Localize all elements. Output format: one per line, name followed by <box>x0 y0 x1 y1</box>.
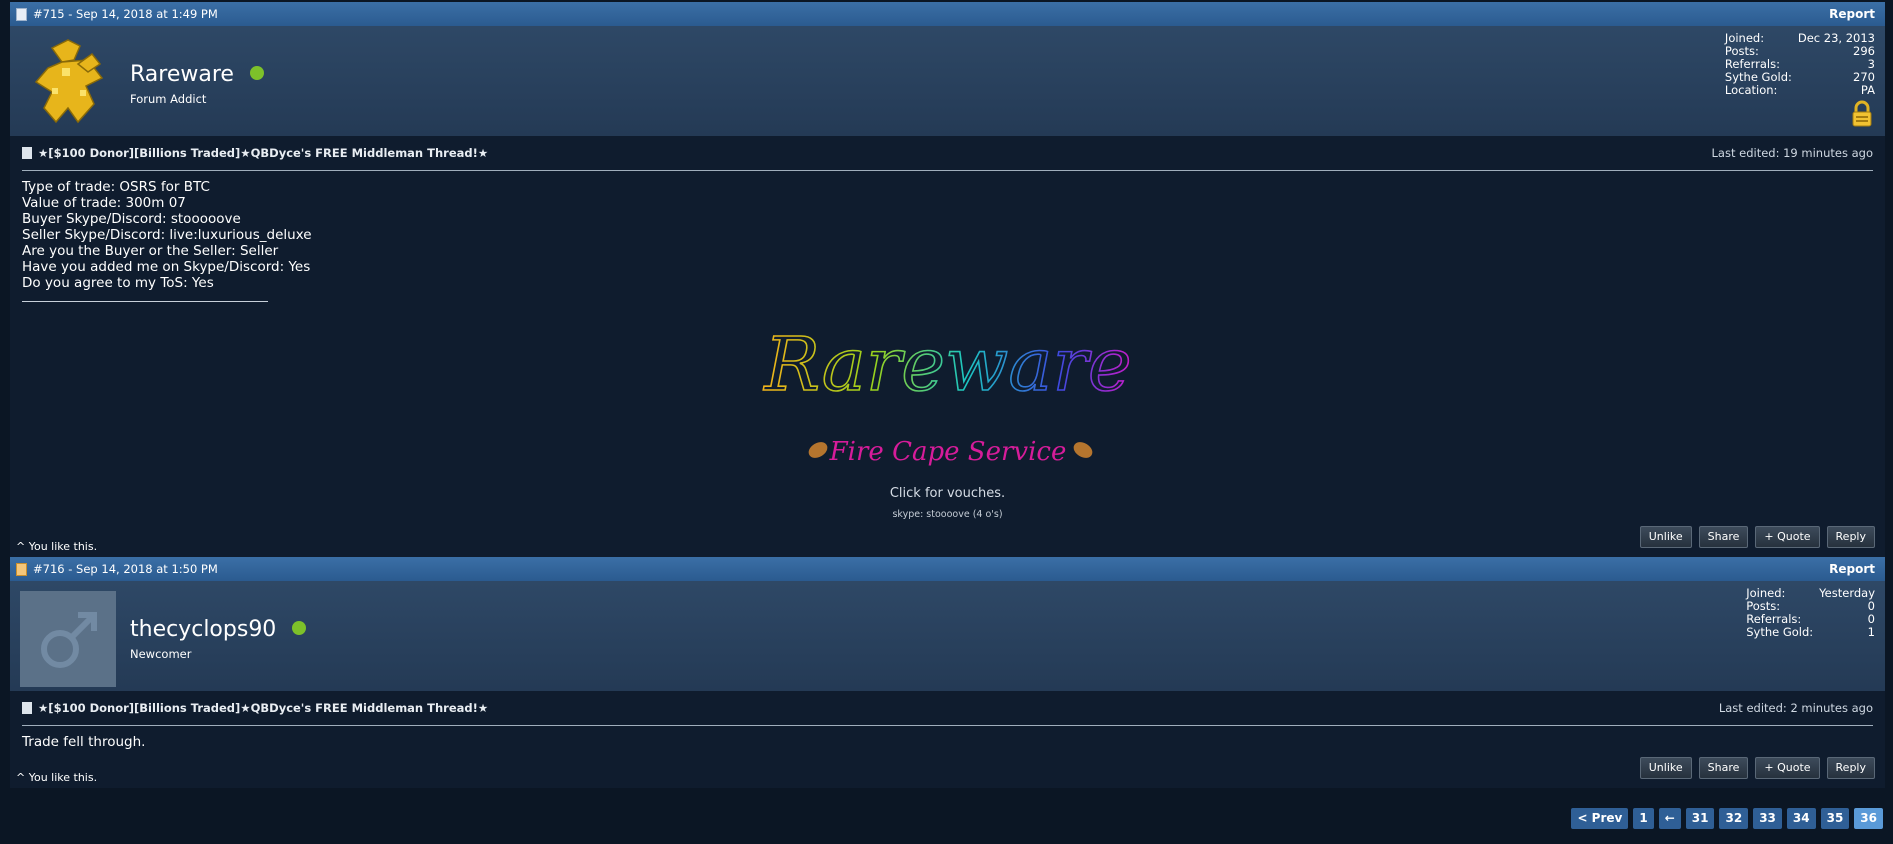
avatar[interactable] <box>22 34 118 130</box>
avatar[interactable] <box>20 591 116 687</box>
post-number-date[interactable]: #716 - Sep 14, 2018 at 1:50 PM <box>33 562 218 576</box>
signature-divider <box>22 301 268 302</box>
stat-value: 1 <box>1867 625 1875 639</box>
unlike-button[interactable]: Unlike <box>1639 757 1692 779</box>
user-stats: Joined: Dec 23, 2013 Posts: 296 Referrals:… <box>1724 32 1875 127</box>
page-current[interactable]: 36 <box>1854 808 1883 829</box>
signature: Rareware Fire Cape Service Click for vou… <box>22 320 1873 523</box>
user-title: Forum Addict <box>130 92 207 106</box>
page-link[interactable]: 1 <box>1633 808 1654 829</box>
content-line: Buyer Skype/Discord: stooooove <box>22 211 241 227</box>
vouches-link[interactable]: Click for vouches. <box>22 486 1873 502</box>
stat-value: Yesterday <box>1819 586 1875 600</box>
username-text[interactable]: thecyclops90 <box>130 617 276 642</box>
content-line: Trade fell through. <box>22 734 146 750</box>
stat-value: 0 <box>1867 612 1875 626</box>
post-icon <box>16 7 27 21</box>
unlike-button[interactable]: Unlike <box>1639 526 1692 548</box>
thread-icon <box>22 702 32 714</box>
report-link[interactable]: Report <box>1829 7 1875 21</box>
share-button[interactable]: Share <box>1698 526 1749 548</box>
username[interactable]: thecyclops90 <box>130 617 307 642</box>
stat-value: 296 <box>1853 44 1875 58</box>
reply-button[interactable]: Reply <box>1826 526 1875 548</box>
share-button[interactable]: Share <box>1698 757 1749 779</box>
like-status: ^ You like this. <box>16 540 98 553</box>
signature-service-script: Fire Cape Service <box>828 437 1066 467</box>
online-status-icon <box>292 621 307 635</box>
stat-label: Sythe Gold: <box>1746 625 1814 639</box>
thread-icon <box>22 147 32 159</box>
post-title-line: ★[$100 Donor][Billions Traded]★QBDyce's … <box>10 691 1885 725</box>
content-line: Seller Skype/Discord: live:luxurious_del… <box>22 227 312 243</box>
post-content: Trade fell through. <box>10 726 1885 750</box>
post-icon <box>16 562 27 576</box>
page-link[interactable]: 34 <box>1786 808 1816 829</box>
content-line: Type of trade: OSRS for BTC <box>22 179 210 195</box>
thread-title[interactable]: ★[$100 Donor][Billions Traded]★QBDyce's … <box>38 146 488 160</box>
post-footer: ^ You like this. Unlike Share + Quote Re… <box>10 750 1885 788</box>
content-line: Have you added me on Skype/Discord: Yes <box>22 259 311 275</box>
username[interactable]: Rareware <box>130 62 264 87</box>
user-info-bar: Rareware Forum Addict Joined: Dec 23, 201… <box>10 26 1885 136</box>
thread-posts: #715 - Sep 14, 2018 at 1:49 PM Report Ra… <box>10 2 1885 788</box>
page-prev[interactable]: < Prev <box>1571 808 1629 829</box>
post-body: ★[$100 Donor][Billions Traded]★QBDyce's … <box>10 691 1885 788</box>
content-line: Do you agree to my ToS: Yes <box>22 275 214 291</box>
content-line: Value of trade: 300m 07 <box>22 195 186 211</box>
page-skip[interactable]: ← <box>1658 808 1681 829</box>
like-status: ^ You like this. <box>16 771 98 784</box>
post-number-date[interactable]: #715 - Sep 14, 2018 at 1:49 PM <box>33 7 218 21</box>
post-content: Type of trade: OSRS for BTC Value of tra… <box>10 171 1885 523</box>
page-link[interactable]: 35 <box>1820 808 1850 829</box>
user-stats: Joined: Yesterday Posts: 0 Referrals: 0 Syt… <box>1746 587 1875 639</box>
quote-button[interactable]: + Quote <box>1755 526 1820 548</box>
signature-image[interactable]: Rareware Fire Cape Service <box>748 320 1148 470</box>
post-title-line: ★[$100 Donor][Billions Traded]★QBDyce's … <box>10 136 1885 170</box>
reply-button[interactable]: Reply <box>1826 757 1875 779</box>
page-link[interactable]: 33 <box>1753 808 1782 829</box>
page-link[interactable]: 31 <box>1685 808 1715 829</box>
report-link[interactable]: Report <box>1829 562 1875 576</box>
user-title: Newcomer <box>130 647 192 661</box>
post-header: #715 - Sep 14, 2018 at 1:49 PM Report <box>10 2 1885 26</box>
pagination: < Prev 1 ← 31 32 33 34 35 36 <box>1571 808 1883 829</box>
signature-name-script: Rareware <box>762 322 1131 408</box>
lock-icon <box>1852 100 1872 127</box>
last-edited: Last edited: 19 minutes ago <box>1711 146 1873 160</box>
skype-note: skype: stoooove (4 o's) <box>892 509 1003 520</box>
post-header: #716 - Sep 14, 2018 at 1:50 PM Report <box>10 557 1885 581</box>
post-body: ★[$100 Donor][Billions Traded]★QBDyce's … <box>10 136 1885 557</box>
quote-button[interactable]: + Quote <box>1755 757 1820 779</box>
thread-title[interactable]: ★[$100 Donor][Billions Traded]★QBDyce's … <box>38 701 488 715</box>
stat-value: 0 <box>1867 599 1875 613</box>
user-info-bar: thecyclops90 Newcomer Joined: Yesterday P… <box>10 581 1885 691</box>
online-status-icon <box>249 66 264 80</box>
content-line: Are you the Buyer or the Seller: Seller <box>22 243 279 259</box>
last-edited: Last edited: 2 minutes ago <box>1718 701 1873 715</box>
username-text[interactable]: Rareware <box>130 62 234 87</box>
post-footer: ^ You like this. Unlike Share + Quote Re… <box>10 523 1885 557</box>
stat-label: Location: <box>1724 83 1778 97</box>
page-link[interactable]: 32 <box>1719 808 1749 829</box>
stat-value: PA <box>1860 83 1875 97</box>
